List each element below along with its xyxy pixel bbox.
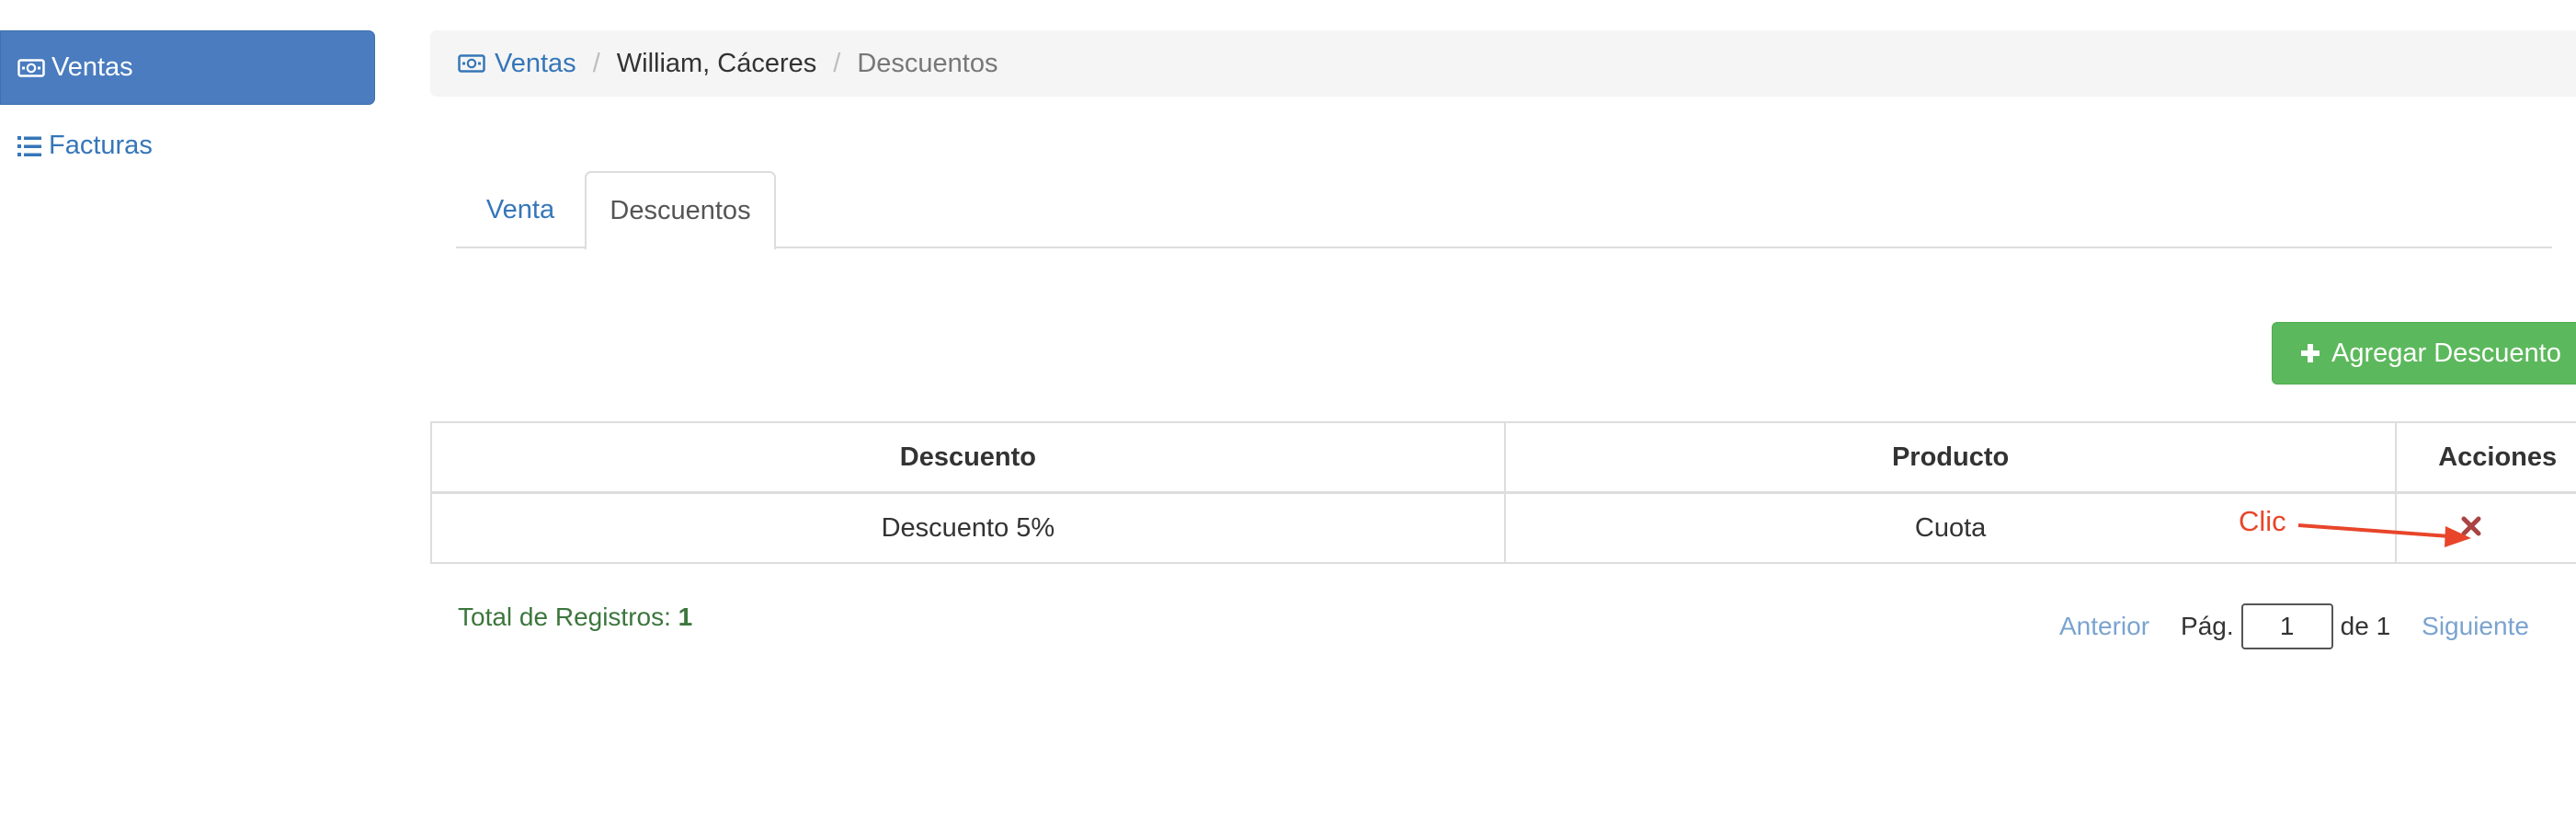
delete-icon[interactable] (2461, 513, 2481, 544)
tab-descuentos[interactable]: Descuentos (585, 171, 776, 250)
column-header-acciones: Acciones (2395, 421, 2576, 494)
page: Ventas Facturas Ventas / William, Cácere… (0, 0, 2576, 815)
page-label: Pág. (2181, 612, 2234, 640)
total-value: 1 (678, 603, 693, 631)
discounts-table: Descuento Producto Acciones Descuento 5%… (430, 421, 2576, 564)
tab-venta[interactable]: Venta (456, 171, 585, 248)
cell-acciones (2395, 491, 2576, 564)
list-icon (17, 134, 42, 158)
column-header-producto: Producto (1503, 421, 2398, 494)
sidebar-item-ventas[interactable]: Ventas (0, 30, 375, 105)
prev-page-link[interactable]: Anterior (2059, 612, 2149, 641)
total-label: Total de Registros: (458, 603, 671, 631)
annotation-arrow-icon (2297, 523, 2471, 547)
sidebar-item-label: Ventas (51, 52, 133, 82)
annotation-label: Clic (2239, 505, 2286, 537)
total-records: Total de Registros: 1 (458, 603, 692, 632)
breadcrumb-separator: / (592, 48, 600, 78)
page-number-input[interactable] (2240, 603, 2333, 649)
breadcrumb-item-client[interactable]: William, Cáceres (617, 49, 817, 79)
breadcrumb-label: Ventas (495, 48, 576, 78)
cell-descuento: Descuento 5% (430, 491, 1506, 564)
tab-bar: Venta Descuentos (456, 171, 2552, 250)
pagination: Anterior Pág. de 1 Siguiente (2059, 603, 2529, 650)
sidebar-item-label: Facturas (49, 131, 153, 160)
add-discount-button[interactable]: Agregar Descuento (2272, 322, 2576, 385)
breadcrumb-item-current: Descuentos (857, 48, 998, 78)
table-header-row: Descuento Producto Acciones (430, 421, 2576, 494)
money-icon (17, 58, 45, 78)
page-total-label: de 1 (2340, 612, 2391, 640)
add-discount-label: Agregar Descuento (2331, 338, 2561, 368)
sidebar-item-facturas[interactable]: Facturas (0, 109, 375, 183)
money-icon (458, 53, 485, 74)
next-page-link[interactable]: Siguiente (2422, 612, 2529, 641)
column-header-descuento: Descuento (430, 421, 1506, 494)
breadcrumb-link-ventas[interactable]: Ventas (458, 49, 576, 79)
plus-icon (2300, 343, 2320, 363)
breadcrumb: Ventas / William, Cáceres / Descuentos (430, 30, 2576, 97)
breadcrumb-separator: / (833, 48, 841, 78)
